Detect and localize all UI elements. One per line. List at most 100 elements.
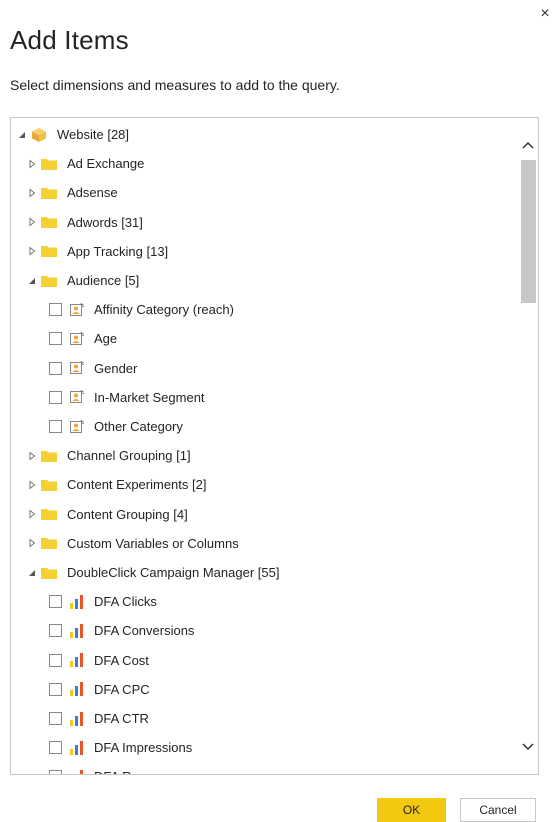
item-checkbox[interactable] bbox=[49, 712, 62, 725]
tree-item-label: Gender bbox=[94, 360, 138, 376]
item-checkbox[interactable] bbox=[49, 361, 62, 375]
tree-measure-item[interactable]: DFA CPC bbox=[11, 675, 518, 704]
tree-folder[interactable]: Audience [5] bbox=[11, 266, 518, 295]
tree-item-label: DFA Revenue bbox=[94, 769, 174, 774]
item-checkbox[interactable] bbox=[49, 741, 62, 755]
tree-item-label: DFA Cost bbox=[94, 652, 149, 668]
collapsed-arrow-icon[interactable] bbox=[27, 480, 37, 490]
tree-item-label: DFA Impressions bbox=[94, 740, 193, 756]
expanded-arrow-icon[interactable] bbox=[27, 568, 37, 578]
tree-item-label: DFA CPC bbox=[94, 681, 150, 697]
scroll-down-icon[interactable] bbox=[520, 738, 536, 754]
item-checkbox[interactable] bbox=[49, 682, 62, 696]
collapsed-arrow-icon[interactable] bbox=[27, 451, 37, 461]
expanded-arrow-icon[interactable] bbox=[27, 276, 37, 286]
tree-item-label: Age bbox=[94, 331, 118, 347]
tree-item-label: DoubleClick Campaign Manager [55] bbox=[67, 565, 280, 580]
item-checkbox[interactable] bbox=[49, 420, 62, 433]
scroll-thumb[interactable] bbox=[521, 160, 536, 303]
tree-folder[interactable]: Content Experiments [2] bbox=[11, 470, 518, 499]
tree-item-label: Website [28] bbox=[57, 127, 130, 142]
close-icon[interactable]: × bbox=[540, 5, 549, 22]
tree-item-label: Custom Variables or Columns bbox=[67, 535, 239, 551]
item-checkbox[interactable] bbox=[49, 653, 62, 667]
tree-item-label: Content Experiments [2] bbox=[67, 477, 207, 493]
tree-folder[interactable]: Ad Exchange bbox=[11, 149, 518, 178]
tree-folder[interactable]: DoubleClick Campaign Manager [55] bbox=[11, 558, 518, 587]
folder-icon bbox=[41, 217, 57, 229]
collapsed-arrow-icon[interactable] bbox=[27, 246, 37, 256]
tree-item-label: DFA CTR bbox=[94, 711, 149, 726]
tree-measure-item[interactable]: DFA Cost bbox=[11, 646, 518, 675]
tree-dimension-item[interactable]: In-Market Segment bbox=[11, 383, 518, 412]
tree-item-label: Channel Grouping [1] bbox=[67, 448, 191, 464]
tree-dimension-item[interactable]: Affinity Category (reach) bbox=[11, 295, 518, 324]
measure-icon bbox=[75, 769, 83, 774]
item-checkbox[interactable] bbox=[49, 332, 62, 346]
tree-item-label: Content Grouping [4] bbox=[67, 506, 188, 522]
tree-item-label: Audience [5] bbox=[67, 273, 140, 288]
item-checkbox[interactable] bbox=[49, 770, 62, 774]
collapsed-arrow-icon[interactable] bbox=[27, 159, 37, 169]
tree-dimension-item[interactable]: Age bbox=[11, 324, 518, 353]
folder-icon bbox=[41, 450, 57, 462]
expanded-arrow-icon[interactable] bbox=[17, 130, 27, 140]
cancel-button[interactable]: Cancel bbox=[460, 798, 536, 822]
measure-icon bbox=[70, 682, 83, 697]
tree-dimension-item[interactable]: Other Category bbox=[11, 412, 518, 441]
measure-icon bbox=[70, 594, 83, 609]
measure-icon bbox=[70, 623, 83, 638]
tree-folder[interactable]: App Tracking [13] bbox=[11, 237, 518, 266]
collapsed-arrow-icon[interactable] bbox=[27, 217, 37, 227]
tree-folder[interactable]: Content Grouping [4] bbox=[11, 500, 518, 529]
scroll-up-icon[interactable] bbox=[520, 138, 536, 154]
tree-dimension-item[interactable]: Gender bbox=[11, 354, 518, 383]
item-checkbox[interactable] bbox=[49, 303, 62, 317]
tree-measure-item[interactable]: DFA Revenue bbox=[11, 762, 518, 774]
close-button[interactable]: × bbox=[535, 4, 555, 24]
folder-icon bbox=[41, 538, 57, 550]
folder-icon bbox=[41, 567, 57, 579]
tree-measure-item[interactable]: DFA Clicks bbox=[11, 587, 518, 616]
dimension-icon bbox=[70, 419, 84, 433]
tree-item-label: App Tracking [13] bbox=[67, 243, 169, 259]
tree-item-label: Adsense bbox=[67, 185, 118, 201]
collapsed-arrow-icon[interactable] bbox=[27, 188, 37, 198]
folder-icon bbox=[41, 275, 57, 287]
dialog-title: Add Items bbox=[10, 25, 129, 55]
tree-item-label: In-Market Segment bbox=[94, 389, 205, 405]
folder-icon bbox=[41, 246, 57, 258]
tree-folder[interactable]: Adsense bbox=[11, 178, 518, 207]
tree-item-label: DFA Conversions bbox=[94, 623, 195, 639]
tree-root-website[interactable]: Website [28] bbox=[11, 120, 518, 149]
item-checkbox[interactable] bbox=[49, 390, 62, 404]
ok-button[interactable]: OK bbox=[377, 798, 446, 822]
tree-item-label: DFA Clicks bbox=[94, 594, 157, 610]
item-checkbox[interactable] bbox=[49, 624, 62, 638]
item-checkbox[interactable] bbox=[49, 595, 62, 609]
tree-item-label: Adwords [31] bbox=[67, 214, 143, 230]
folder-icon bbox=[41, 158, 57, 170]
collapsed-arrow-icon[interactable] bbox=[27, 538, 37, 548]
collapsed-arrow-icon[interactable] bbox=[27, 509, 37, 519]
cube-icon bbox=[32, 127, 46, 142]
measure-icon bbox=[70, 711, 83, 726]
tree-folder[interactable]: Channel Grouping [1] bbox=[11, 441, 518, 470]
tree-item-label: Ad Exchange bbox=[67, 156, 145, 172]
tree-measure-item[interactable]: DFA CTR bbox=[11, 704, 518, 733]
tree-panel: Website [28] Ad Exchange Adsense Adwords [3… bbox=[10, 117, 539, 775]
dialog-subtitle: Select dimensions and measures to add to… bbox=[10, 77, 340, 93]
measure-icon bbox=[70, 653, 83, 668]
tree-item-label: Other Category bbox=[94, 419, 183, 434]
folder-icon bbox=[41, 509, 57, 521]
vertical-scrollbar[interactable] bbox=[518, 118, 538, 774]
tree-folder[interactable]: Adwords [31] bbox=[11, 208, 518, 237]
tree-item-label: Affinity Category (reach) bbox=[94, 302, 234, 318]
dimension-icon bbox=[70, 331, 84, 345]
dimension-icon bbox=[70, 390, 84, 404]
tree-folder[interactable]: Custom Variables or Columns bbox=[11, 529, 518, 558]
tree-measure-item[interactable]: DFA Conversions bbox=[11, 616, 518, 645]
tree-measure-item[interactable]: DFA Impressions bbox=[11, 733, 518, 762]
dimension-icon bbox=[70, 360, 84, 375]
folder-icon bbox=[41, 187, 57, 199]
